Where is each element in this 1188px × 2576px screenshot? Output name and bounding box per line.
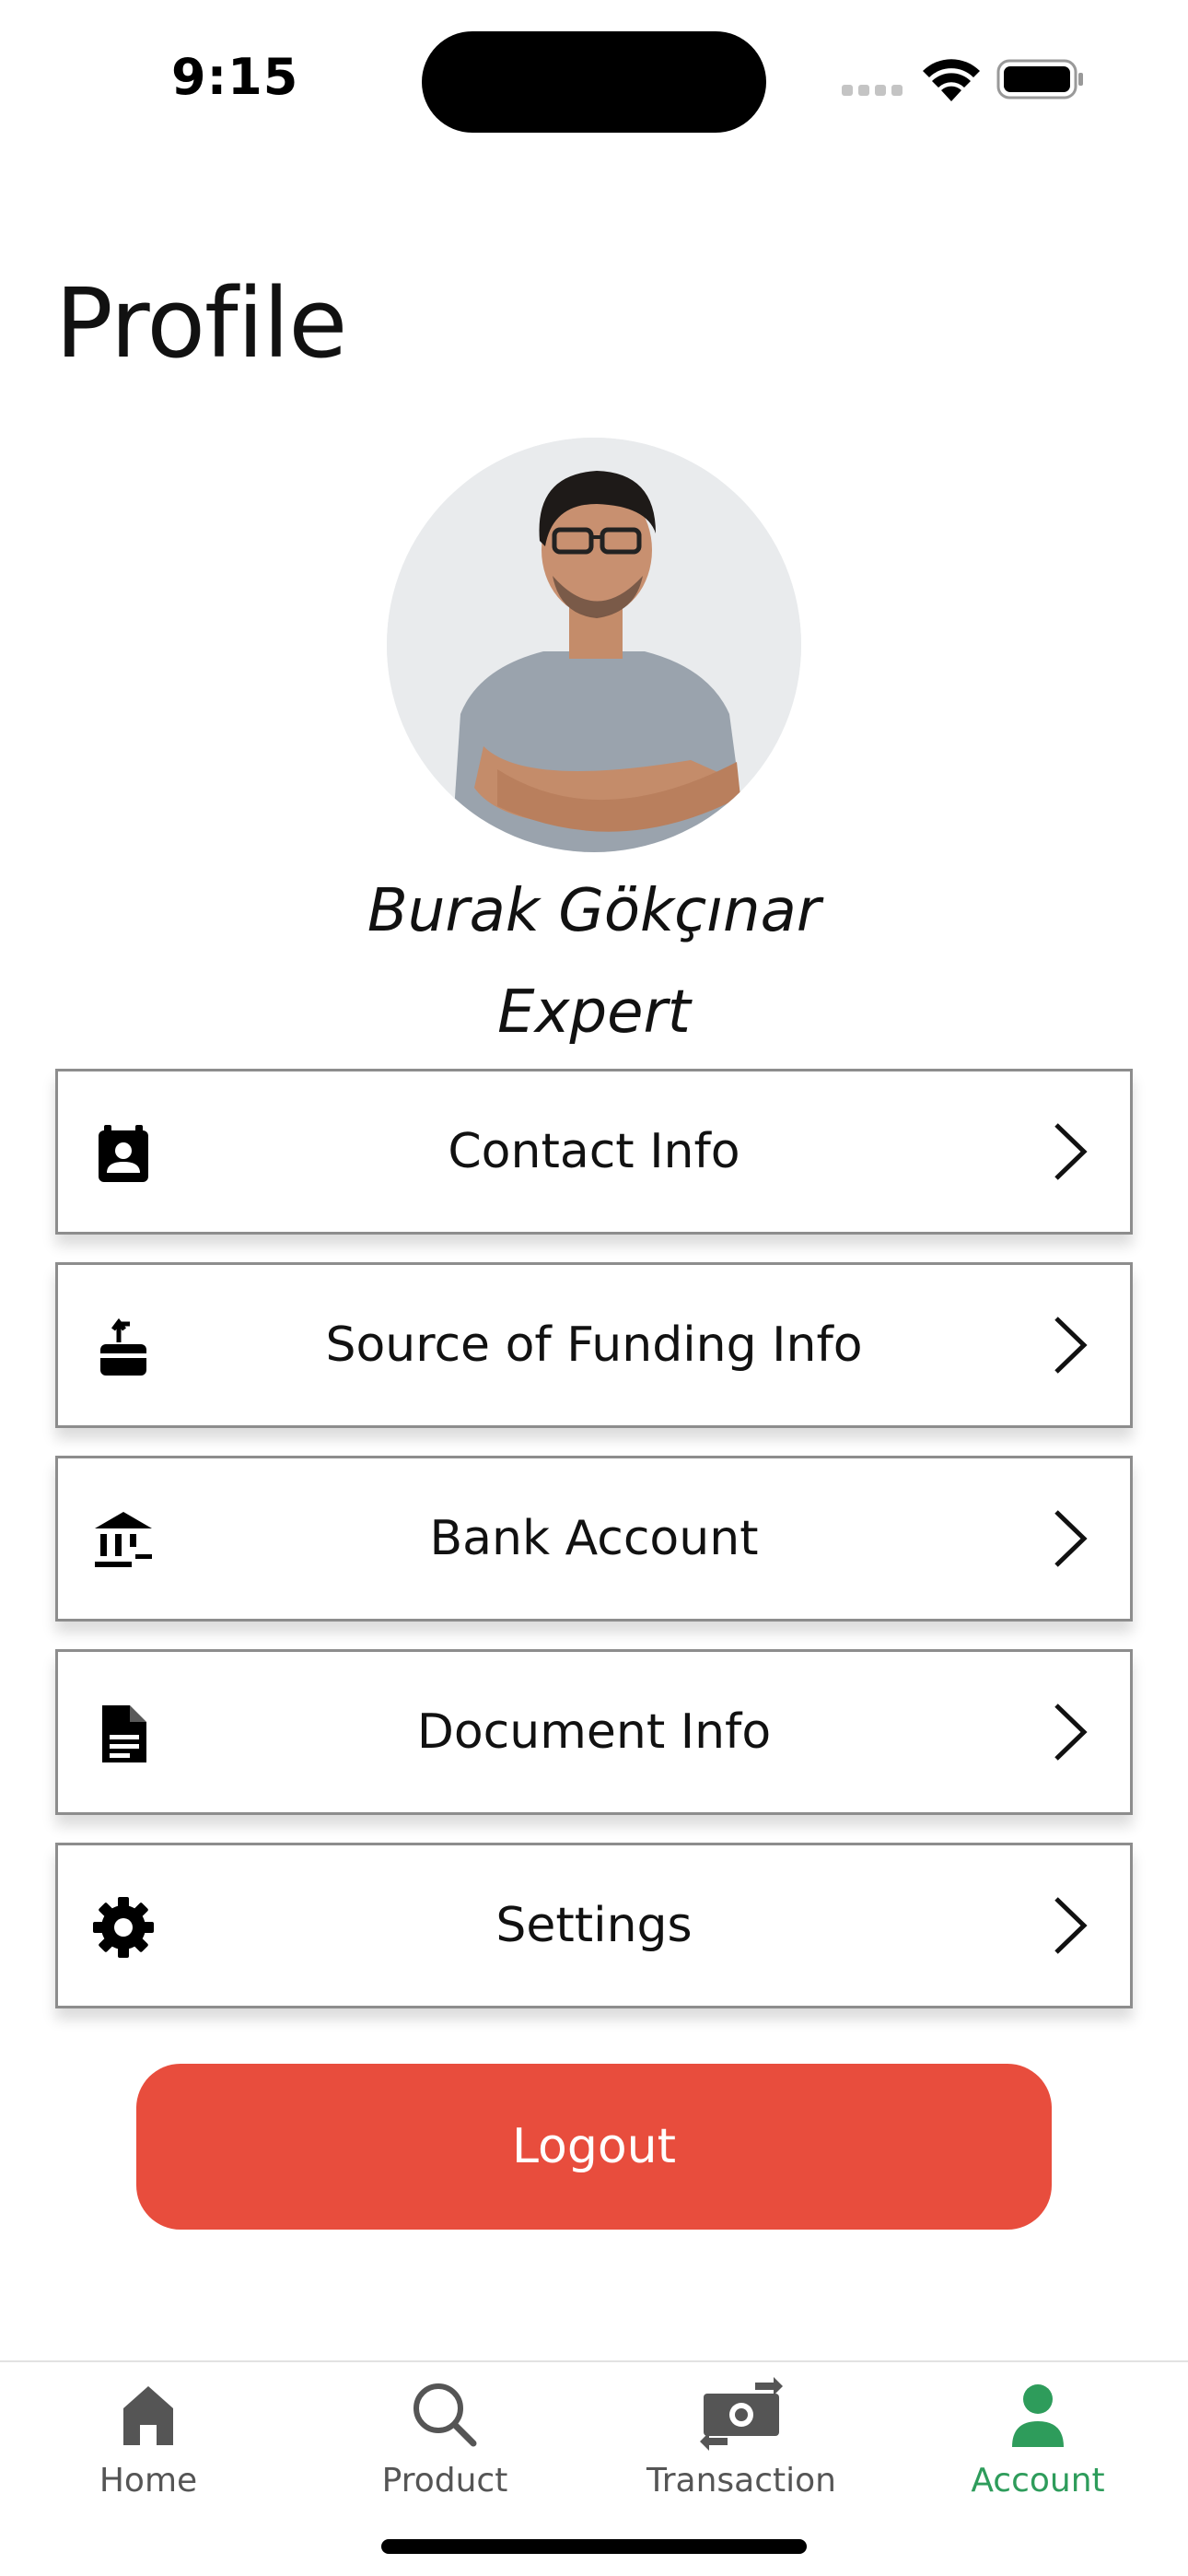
cellular-signal-icon bbox=[842, 85, 906, 96]
menu-item-document-info[interactable]: Document Info bbox=[55, 1649, 1133, 1815]
avatar bbox=[387, 438, 801, 852]
search-icon bbox=[413, 2383, 477, 2447]
tab-label: Account bbox=[971, 2462, 1105, 2500]
tab-label: Home bbox=[99, 2462, 198, 2500]
menu-item-label: Bank Account bbox=[429, 1511, 759, 1566]
chevron-right-icon bbox=[1054, 1897, 1088, 1954]
chevron-right-icon bbox=[1054, 1704, 1088, 1761]
menu-item-label: Source of Funding Info bbox=[325, 1317, 863, 1373]
tab-label: Product bbox=[381, 2462, 508, 2500]
user-role: Expert bbox=[497, 978, 691, 1047]
user-name: Burak Gökçınar bbox=[367, 877, 821, 945]
menu-item-settings[interactable]: Settings bbox=[55, 1843, 1133, 2008]
money-transfer-icon bbox=[700, 2377, 783, 2451]
chevron-right-icon bbox=[1054, 1510, 1088, 1567]
status-bar: 9:15 bbox=[0, 0, 1188, 157]
tab-account[interactable]: Account bbox=[890, 2362, 1186, 2510]
status-time: 9:15 bbox=[171, 48, 299, 106]
menu-item-bank-account[interactable]: Bank Account bbox=[55, 1456, 1133, 1622]
home-icon bbox=[123, 2386, 173, 2445]
menu-item-label: Settings bbox=[495, 1898, 693, 1953]
battery-icon bbox=[996, 59, 1083, 100]
chevron-right-icon bbox=[1054, 1123, 1088, 1180]
page-title: Profile bbox=[55, 267, 347, 380]
home-indicator bbox=[381, 2539, 807, 2554]
person-icon bbox=[1012, 2384, 1064, 2447]
tab-label: Transaction bbox=[646, 2462, 836, 2500]
menu-item-label: Contact Info bbox=[448, 1124, 740, 1179]
tab-product[interactable]: Product bbox=[297, 2362, 593, 2510]
dynamic-island bbox=[422, 31, 766, 133]
logout-button[interactable]: Logout bbox=[136, 2064, 1052, 2230]
tab-transaction[interactable]: Transaction bbox=[593, 2362, 890, 2510]
wifi-icon bbox=[923, 59, 980, 101]
menu-item-label: Document Info bbox=[416, 1704, 772, 1760]
tab-home[interactable]: Home bbox=[0, 2362, 297, 2510]
chevron-right-icon bbox=[1054, 1317, 1088, 1374]
menu-item-contact-info[interactable]: Contact Info bbox=[55, 1069, 1133, 1235]
menu-item-source-of-funding[interactable]: Source of Funding Info bbox=[55, 1262, 1133, 1428]
